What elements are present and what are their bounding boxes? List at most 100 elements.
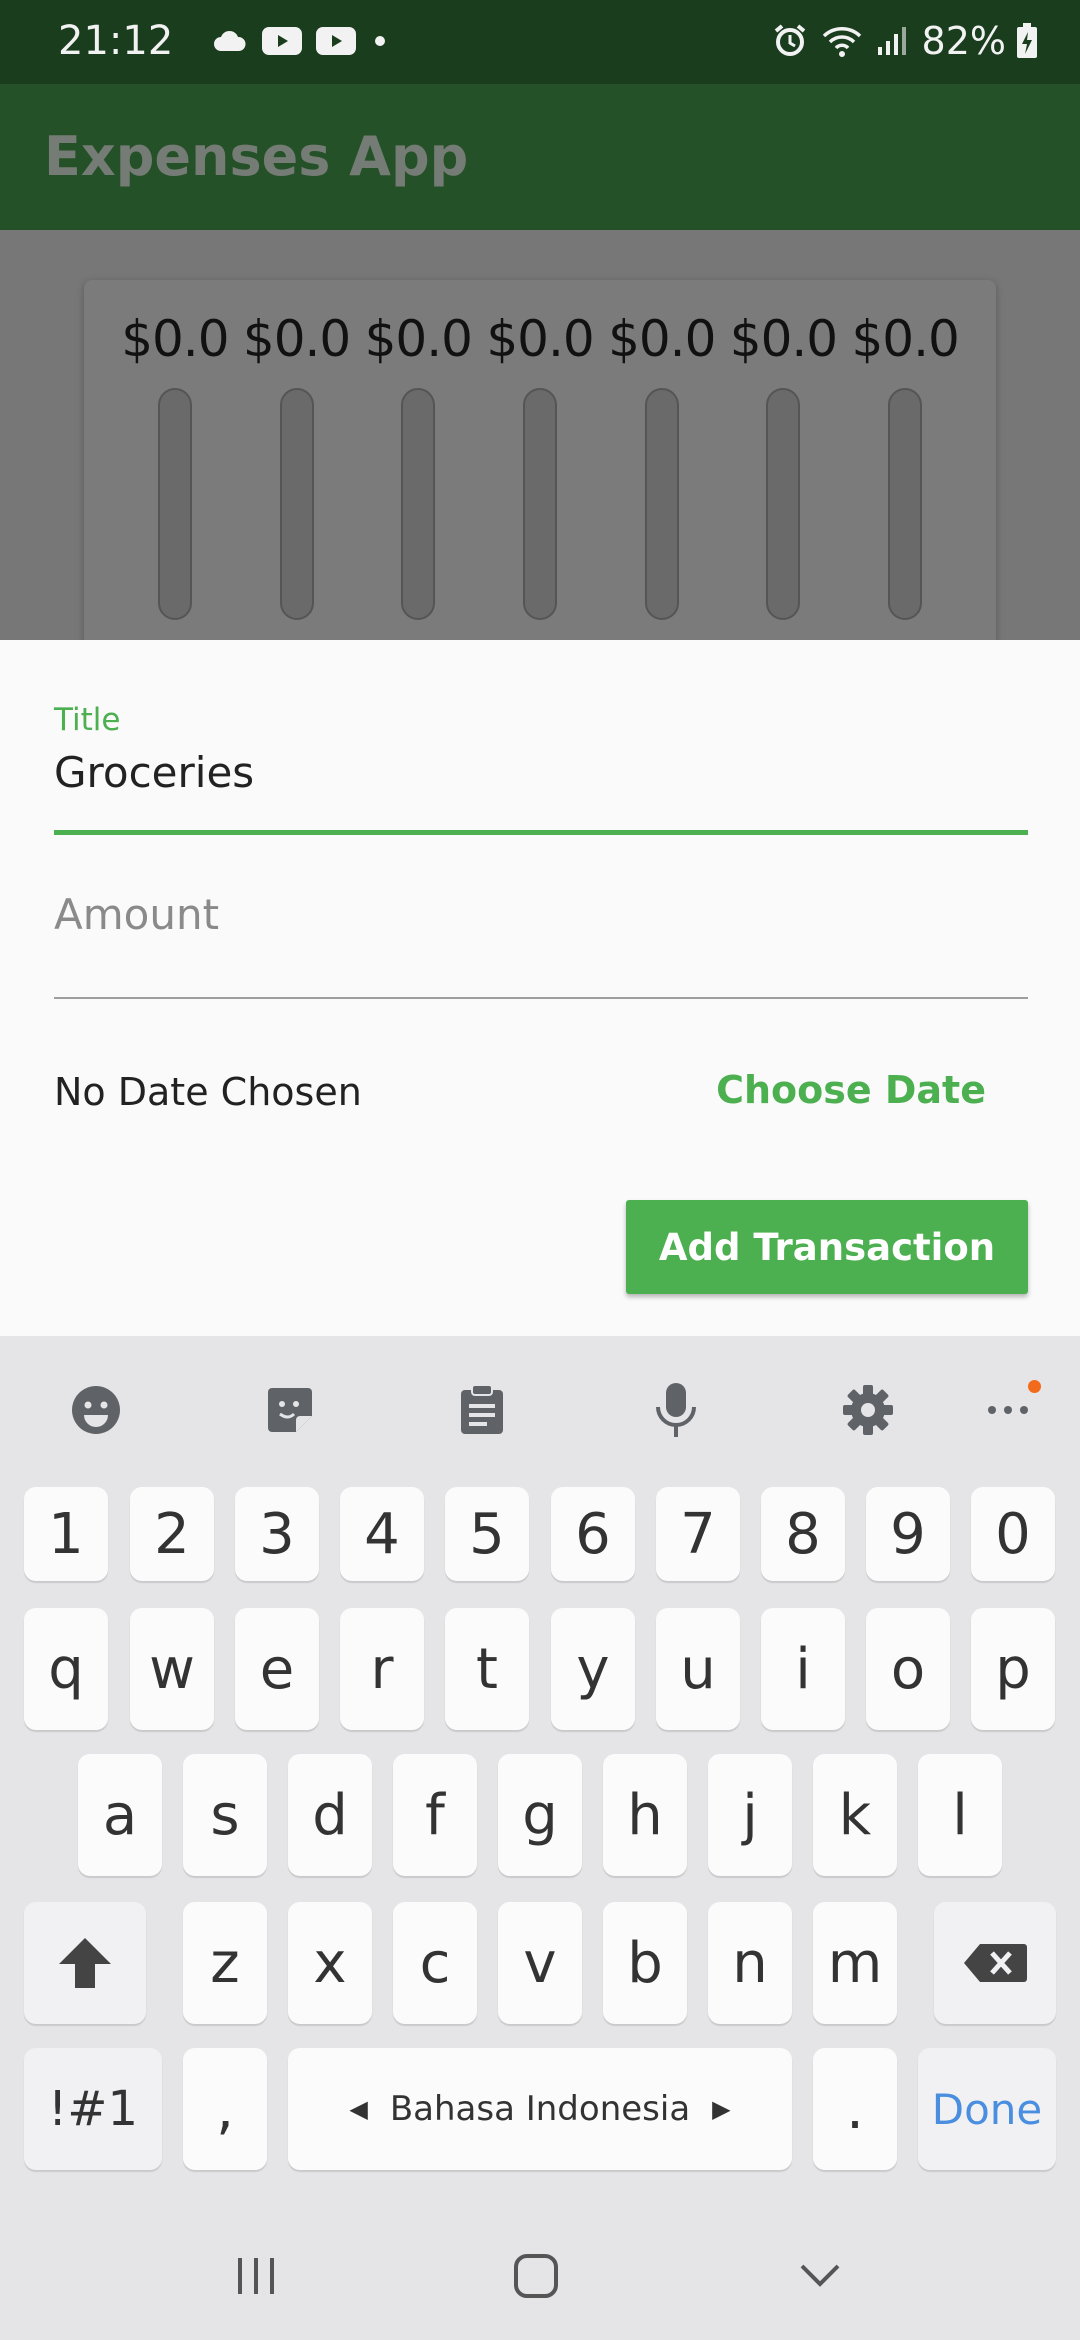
chart-amount: $0.0 <box>364 310 473 368</box>
key-f[interactable]: f <box>393 1754 477 1876</box>
title-input[interactable]: Groceries <box>54 748 254 797</box>
key-s[interactable]: s <box>183 1754 267 1876</box>
recents-icon[interactable] <box>216 2236 296 2316</box>
chart-amount: $0.0 <box>121 310 229 368</box>
key-y[interactable]: y <box>551 1608 635 1730</box>
chart-column: $0.0 <box>723 308 845 620</box>
key-4[interactable]: 4 <box>340 1487 424 1581</box>
app-title: Expenses App <box>44 125 469 188</box>
choose-date-button[interactable]: Choose Date <box>716 1068 986 1112</box>
key-p[interactable]: p <box>971 1608 1055 1730</box>
shift-key[interactable] <box>24 1902 146 2024</box>
key-q[interactable]: q <box>24 1608 108 1730</box>
more-icon[interactable] <box>980 1382 1036 1438</box>
alarm-icon <box>774 24 805 56</box>
key-z[interactable]: z <box>183 1902 267 2024</box>
chart-bar <box>644 388 679 620</box>
key-d[interactable]: d <box>288 1754 372 1876</box>
chart-bar <box>401 388 436 620</box>
chart-column: $0.0 <box>236 308 358 620</box>
shift-arrow-icon <box>59 1938 111 1988</box>
soft-keyboard: 1 2 3 4 5 6 7 8 9 0 q w e r t y u i o p … <box>0 1336 1080 2340</box>
chart-amount: $0.0 <box>608 310 716 368</box>
key-g[interactable]: g <box>498 1754 582 1876</box>
chart-column: $0.0 <box>114 308 236 620</box>
key-a[interactable]: a <box>78 1754 162 1876</box>
key-v[interactable]: v <box>498 1902 582 2024</box>
key-m[interactable]: m <box>813 1902 897 2024</box>
chart-bar <box>766 388 801 620</box>
amount-input-underline <box>54 997 1028 999</box>
key-w[interactable]: w <box>130 1608 214 1730</box>
key-3[interactable]: 3 <box>235 1487 319 1581</box>
symbols-key[interactable]: !#1 <box>24 2048 162 2170</box>
emoji-icon[interactable] <box>68 1382 124 1438</box>
period-key[interactable]: . <box>813 2048 897 2170</box>
amount-input[interactable]: Amount <box>54 890 219 939</box>
chart-amount: $0.0 <box>851 310 960 368</box>
space-language-label: Bahasa Indonesia <box>389 2089 691 2129</box>
keyboard-toolbar <box>0 1336 1080 1476</box>
home-icon[interactable] <box>496 2236 576 2316</box>
key-l[interactable]: l <box>918 1754 1002 1876</box>
dot-icon <box>375 36 385 46</box>
chart-amount: $0.0 <box>242 310 351 368</box>
signal-icon <box>877 27 906 55</box>
wifi-icon <box>822 27 861 57</box>
key-j[interactable]: j <box>708 1754 792 1876</box>
key-h[interactable]: h <box>603 1754 687 1876</box>
key-6[interactable]: 6 <box>551 1487 635 1581</box>
selected-date-text: No Date Chosen <box>54 1070 362 1114</box>
settings-icon[interactable] <box>840 1382 896 1438</box>
key-x[interactable]: x <box>288 1902 372 2024</box>
battery-charging-icon <box>1017 23 1037 58</box>
status-system-icons: 82% <box>772 16 1038 66</box>
backspace-key[interactable] <box>934 1902 1056 2024</box>
chart-column: $0.0 <box>479 308 601 620</box>
status-notification-icons <box>212 22 404 60</box>
space-key[interactable]: ◀ Bahasa Indonesia ▶ <box>288 2048 792 2170</box>
sticker-icon[interactable] <box>262 1382 318 1438</box>
notification-dot <box>1028 1380 1041 1393</box>
key-8[interactable]: 8 <box>761 1487 845 1581</box>
key-r[interactable]: r <box>340 1608 424 1730</box>
key-b[interactable]: b <box>603 1902 687 2024</box>
title-field-label: Title <box>54 702 121 738</box>
app-bar: Expenses App <box>0 84 1080 230</box>
youtube-icon <box>316 27 356 55</box>
language-next-icon: ▶ <box>712 2095 731 2123</box>
weekly-chart-card: $0.0 $0.0 $0.0 $0.0 $0.0 $0.0 $0.0 <box>84 280 996 640</box>
done-key[interactable]: Done <box>918 2048 1056 2170</box>
key-9[interactable]: 9 <box>866 1487 950 1581</box>
key-0[interactable]: 0 <box>971 1487 1055 1581</box>
navigation-bar <box>0 2200 1080 2340</box>
key-o[interactable]: o <box>866 1608 950 1730</box>
back-icon[interactable] <box>780 2236 860 2316</box>
clipboard-icon[interactable] <box>454 1382 510 1438</box>
key-k[interactable]: k <box>813 1754 897 1876</box>
key-i[interactable]: i <box>761 1608 845 1730</box>
key-2[interactable]: 2 <box>130 1487 214 1581</box>
key-c[interactable]: c <box>393 1902 477 2024</box>
title-input-underline <box>54 830 1028 835</box>
comma-key[interactable]: , <box>183 2048 267 2170</box>
key-t[interactable]: t <box>445 1608 529 1730</box>
chart-amount: $0.0 <box>729 310 838 368</box>
modal-scrim[interactable]: $0.0 $0.0 $0.0 $0.0 $0.0 $0.0 $0.0 <box>0 230 1080 640</box>
key-5[interactable]: 5 <box>445 1487 529 1581</box>
key-n[interactable]: n <box>708 1902 792 2024</box>
status-bar: 21:12 82% <box>0 0 1080 84</box>
youtube-icon <box>262 27 302 55</box>
microphone-icon[interactable] <box>648 1382 704 1438</box>
key-u[interactable]: u <box>656 1608 740 1730</box>
key-e[interactable]: e <box>235 1608 319 1730</box>
key-7[interactable]: 7 <box>656 1487 740 1581</box>
chart-bar <box>523 388 558 620</box>
add-transaction-button[interactable]: Add Transaction <box>626 1200 1028 1294</box>
cloud-icon <box>214 30 246 51</box>
chart-columns: $0.0 $0.0 $0.0 $0.0 $0.0 $0.0 $0.0 <box>114 308 966 620</box>
backspace-icon <box>964 1944 1027 1982</box>
new-transaction-sheet: Title Groceries Amount No Date Chosen Ch… <box>0 640 1080 1336</box>
key-1[interactable]: 1 <box>24 1487 108 1581</box>
status-time: 21:12 <box>58 18 174 64</box>
